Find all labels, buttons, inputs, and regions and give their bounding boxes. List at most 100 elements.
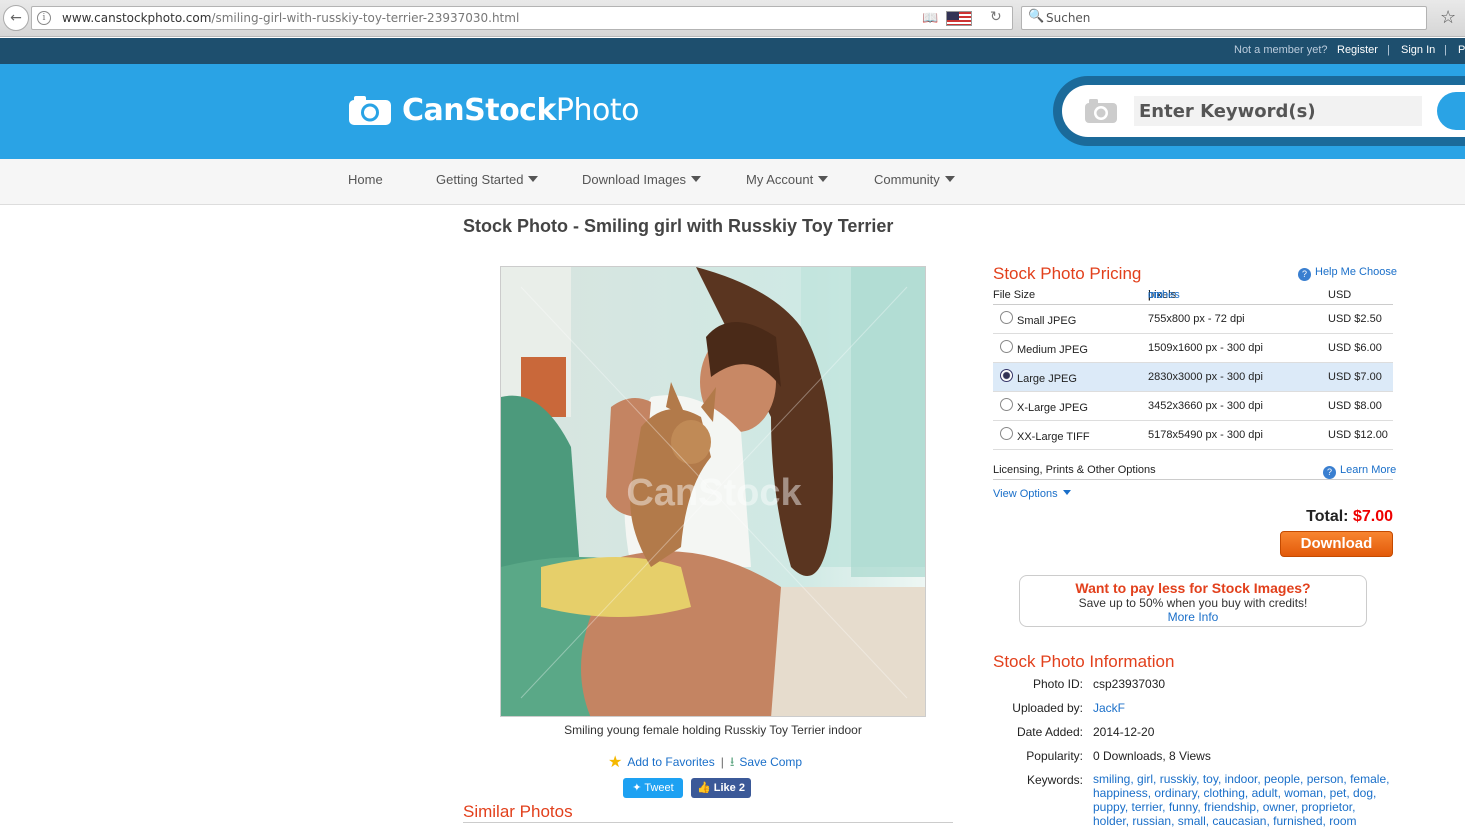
info-label: Popularity: [1026,749,1083,763]
learn-more-link[interactable]: ? Learn More [1323,464,1396,479]
keyword-link[interactable]: ordinary [1154,786,1196,800]
keyword-link[interactable]: happiness [1093,786,1148,800]
unit-cm-link[interactable]: cm [1148,289,1163,301]
credits-promo: Want to pay less for Stock Images? Save … [1019,575,1367,627]
register-link[interactable]: Register [1337,44,1378,56]
keyword-link[interactable]: small [1178,814,1206,828]
size-radio[interactable] [1000,398,1013,411]
size-dimensions: 2830x3000 px - 300 dpi [1148,371,1263,383]
price-row[interactable]: X-Large JPEG 3452x3660 px - 300 dpi USD $8… [993,392,1393,421]
save-comp-link[interactable]: Save Comp [739,755,802,769]
logo[interactable]: CanStockPhoto [348,90,640,130]
nav-home[interactable]: Home [348,172,383,187]
back-arrow-icon[interactable]: ← [3,5,29,31]
keyword-link[interactable]: dog [1353,786,1373,800]
keyword-input[interactable] [1134,96,1422,126]
price-row[interactable]: XX-Large TIFF 5178x5490 px - 300 dpi USD $… [993,421,1393,450]
logo-bold: CanStock [402,92,556,128]
like-button[interactable]: 👍 Like 2 [691,778,751,798]
logo-light: Photo [555,92,640,128]
keyword-link[interactable]: holder [1093,814,1126,828]
camera-icon [1085,99,1117,123]
keyword-link[interactable]: person [1307,772,1344,786]
keyword-link[interactable]: funny [1169,800,1197,814]
member-more-link[interactable]: P [1458,44,1465,56]
keyword-link[interactable]: people [1264,772,1300,786]
price-row[interactable]: Small JPEG 755x800 px - 72 dpi USD $2.50 [993,305,1393,334]
col-file-size: File Size [993,289,1036,301]
size-dimensions: 3452x3660 px - 300 dpi [1148,400,1263,412]
size-radio[interactable] [1000,340,1013,353]
keyword-link[interactable]: puppy [1093,800,1125,814]
photo-illustration: CanStock [501,267,925,716]
keyword-link[interactable]: furnished [1273,814,1322,828]
keyword-link[interactable]: toy [1203,772,1218,786]
flag-icon[interactable] [946,11,972,26]
keyword-link[interactable]: adult [1252,786,1278,800]
size-name: Medium JPEG [1017,344,1088,356]
favorite-star-icon[interactable]: ★ [608,754,622,771]
search-submit-button[interactable] [1437,92,1465,130]
nav-my-account[interactable]: My Account [746,172,829,187]
logo-text: CanStockPhoto [402,92,640,128]
keyword-link[interactable]: friendship [1204,800,1256,814]
price-row[interactable]: Medium JPEG 1509x1600 px - 300 dpi USD $6.… [993,334,1393,363]
nav-label: Community [874,172,940,187]
total-value: $7.00 [1352,508,1393,525]
keyword-link[interactable]: russkiy [1160,772,1196,786]
size-price: USD $2.50 [1328,313,1382,325]
size-radio[interactable] [1000,311,1013,324]
camera-logo-icon [349,96,391,125]
url-host: www.canstockphoto.com [62,11,212,25]
stock-photo[interactable]: CanStock [500,266,926,717]
size-dimensions: 755x800 px - 72 dpi [1148,313,1245,325]
caret-down-icon [818,176,829,182]
reader-view-icon[interactable]: 📖 [922,11,938,26]
keyword-link[interactable]: pet [1330,786,1347,800]
address-bar[interactable]: i www.canstockphoto.com/smiling-girl-wit… [31,6,1013,30]
size-dimensions: 1509x1600 px - 300 dpi [1148,342,1263,354]
photo-info: Stock Photo Information Photo ID: csp2393… [993,652,1403,828]
promo-title: Want to pay less for Stock Images? [1075,580,1311,596]
add-to-favorites-link[interactable]: Add to Favorites [627,755,714,769]
size-radio[interactable] [1000,427,1013,440]
size-price: USD $7.00 [1328,371,1382,383]
keyword-link[interactable]: smiling [1093,772,1130,786]
keyword-link[interactable]: indoor [1225,772,1258,786]
sign-in-link[interactable]: Sign In [1401,44,1435,56]
info-icon[interactable]: i [37,11,51,25]
nav-community[interactable]: Community [874,172,955,187]
info-label: Date Added: [1016,725,1083,739]
help-me-choose-link[interactable]: ? Help Me Choose [1298,266,1397,281]
keyword-link[interactable]: female [1350,772,1386,786]
uploader-link[interactable]: JackF [1093,701,1125,715]
nav-download-images[interactable]: Download Images [582,172,702,187]
member-question: Not a member yet? [1234,44,1328,56]
popularity-value: 0 Downloads, 8 Views [1093,749,1211,763]
tweet-button[interactable]: ✦ Tweet [623,778,683,798]
reload-icon[interactable]: ↻ [990,9,1002,25]
price-row-selected[interactable]: Large JPEG 2830x3000 px - 300 dpi USD $7.0… [993,363,1393,392]
keyword-link[interactable]: room [1329,814,1356,828]
view-options-link[interactable]: View Options [993,488,1071,500]
keyword-link[interactable]: girl [1137,772,1153,786]
member-sep: | [1444,44,1447,56]
more-info-link[interactable]: More Info [1020,610,1366,624]
bookmark-star-icon[interactable]: ☆ [1440,7,1456,28]
photo-id-value: csp23937030 [1093,677,1166,691]
save-icon[interactable]: ⭳ [730,754,735,769]
keyword-link[interactable]: terrier [1131,800,1162,814]
caret-down-icon [944,176,955,182]
browser-search-field[interactable]: 🔍 Suchen [1021,6,1427,30]
keyword-link[interactable]: clothing [1204,786,1245,800]
download-button[interactable]: Download [1280,531,1393,557]
keyword-link[interactable]: woman [1284,786,1323,800]
info-label: Photo ID: [1032,677,1083,691]
keyword-link[interactable]: owner [1263,800,1295,814]
keyword-link[interactable]: russian [1132,814,1171,828]
nav-getting-started[interactable]: Getting Started [436,172,539,187]
keyword-link[interactable]: caucasian [1212,814,1266,828]
info-title: Stock Photo Information [993,652,1175,671]
keyword-link[interactable]: proprietor [1301,800,1352,814]
size-radio-checked[interactable] [1000,369,1013,382]
